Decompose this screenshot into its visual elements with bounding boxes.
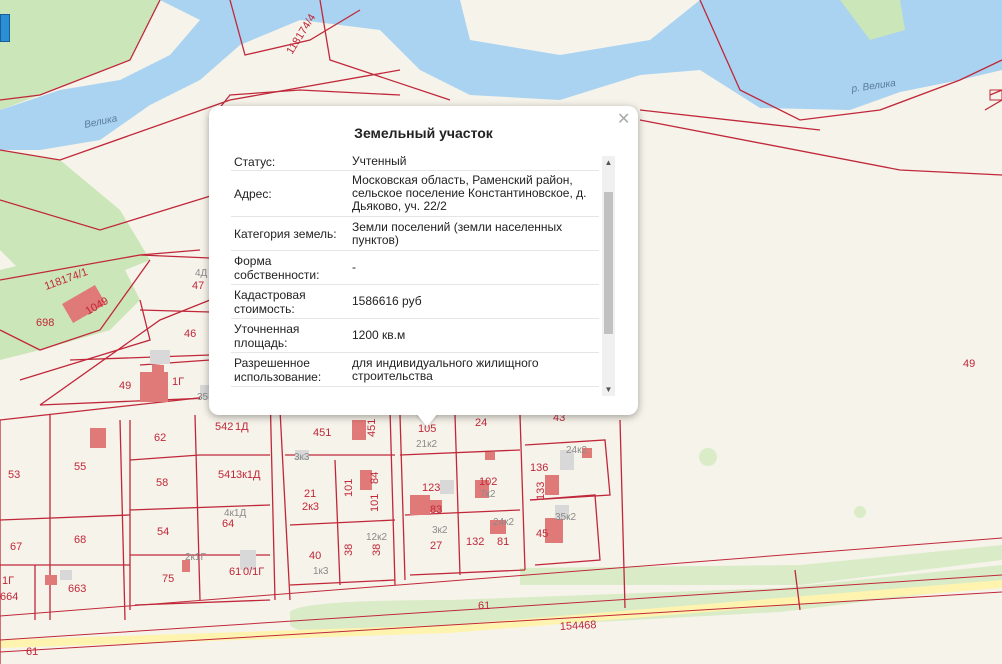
attribute-table: Статус: Учтенный Адрес: Московская облас… bbox=[231, 156, 599, 387]
parcel-label: 53 bbox=[8, 469, 20, 481]
parcel-label: 61 bbox=[229, 566, 241, 578]
attribute-value: - bbox=[352, 260, 356, 274]
parcel-label: 46 bbox=[184, 328, 196, 340]
parcel-label: 3к3 bbox=[294, 452, 310, 463]
parcel-label: 0/1Г bbox=[243, 566, 264, 578]
attribute-key: Статус: bbox=[234, 156, 276, 169]
scroll-up-arrow-icon[interactable]: ▲ bbox=[602, 156, 615, 169]
parcel-label: 49 bbox=[963, 358, 975, 370]
parcel-label: 102 bbox=[479, 476, 497, 488]
attribute-row-area: Уточненная площадь: 1200 кв.м bbox=[231, 319, 599, 353]
attribute-row-address: Адрес: Московская область, Раменский рай… bbox=[231, 171, 599, 217]
parcel-label: 81 bbox=[497, 536, 509, 548]
parcel-label: 1Д bbox=[235, 421, 249, 433]
parcel-label: 67 bbox=[10, 541, 22, 553]
parcel-label: 75 bbox=[162, 573, 174, 585]
attribute-value: 1200 кв.м bbox=[352, 328, 406, 342]
parcel-label: 84 bbox=[369, 472, 381, 484]
parcel-label: 38 bbox=[343, 544, 355, 556]
attribute-value: Московская область, Раменский район, сел… bbox=[352, 173, 587, 213]
parcel-label: 21 bbox=[304, 488, 316, 500]
parcel-label: 68 bbox=[74, 534, 86, 546]
green-dot bbox=[854, 506, 866, 518]
parcel-label: 61 bbox=[26, 646, 38, 658]
attribute-value: 1586616 руб bbox=[352, 294, 422, 308]
attribute-value: Учтенный bbox=[352, 156, 407, 168]
parcel-label: 664 bbox=[0, 591, 18, 603]
parcel-label: 132 bbox=[466, 536, 484, 548]
parcel-label: 24к2 bbox=[493, 517, 514, 528]
parcel-label: 154468 bbox=[560, 619, 597, 633]
parcel-label: 38 bbox=[371, 544, 383, 556]
parcel-label: 24к2 bbox=[566, 445, 587, 456]
attribute-row-ownership: Форма собственности: - bbox=[231, 251, 599, 285]
parcel-label: 55 bbox=[74, 461, 86, 473]
parcel-label: 45 bbox=[536, 528, 548, 540]
scroll-thumb[interactable] bbox=[604, 192, 613, 334]
attribute-row-category: Категория земель: Земли поселений (земли… bbox=[231, 217, 599, 251]
green-dot bbox=[699, 448, 717, 466]
parcel-label: 62 bbox=[154, 432, 166, 444]
parcel-label: 136 bbox=[530, 462, 548, 474]
parcel-label: 83 bbox=[430, 504, 442, 516]
parcel-label: 541 bbox=[218, 469, 236, 481]
attribute-value: Земли поселений (земли населенных пункто… bbox=[352, 219, 563, 247]
attribute-value: для индивидуального жилищного строительс… bbox=[352, 355, 539, 383]
parcel-label: 1Г bbox=[172, 376, 184, 388]
parcel-label: 4Д bbox=[195, 268, 208, 279]
parcel-label: 663 bbox=[68, 583, 86, 595]
parcel-label: 4к1Д bbox=[224, 508, 246, 519]
close-icon[interactable]: ✕ bbox=[617, 109, 630, 129]
parcel-label: 101 bbox=[369, 494, 381, 512]
parcel-label: 61 bbox=[478, 600, 490, 612]
parcel-label: 40 bbox=[309, 550, 321, 562]
parcel-label: 2к3 bbox=[302, 501, 319, 513]
popup-pointer bbox=[416, 413, 438, 427]
attribute-key: Разрешенное использование: bbox=[234, 355, 322, 384]
parcel-label: 58 bbox=[156, 477, 168, 489]
parcel-label: 3к2 bbox=[432, 525, 448, 536]
parcel-label: 1к3 bbox=[313, 566, 329, 577]
parcel-label: 35 bbox=[197, 392, 209, 403]
attribute-key: Уточненная площадь: bbox=[234, 321, 300, 350]
parcel-label: 12к2 bbox=[366, 532, 387, 543]
attribute-key: Категория земель: bbox=[234, 226, 337, 241]
parcel-label: 542 bbox=[215, 421, 233, 433]
popup-body[interactable]: Статус: Учтенный Адрес: Московская облас… bbox=[231, 156, 615, 396]
attribute-row-status: Статус: Учтенный bbox=[231, 156, 599, 171]
parcel-label: 21к2 bbox=[416, 439, 437, 450]
parcel-label: 49 bbox=[119, 380, 131, 392]
parcel-label: 35к2 bbox=[555, 512, 576, 523]
popup-scrollbar[interactable]: ▲ ▼ bbox=[602, 156, 615, 396]
parcel-label: 451 bbox=[366, 419, 378, 437]
attribute-key: Адрес: bbox=[234, 186, 272, 201]
parcel-label: 2к1Г bbox=[185, 552, 206, 563]
map-control-button[interactable] bbox=[0, 14, 10, 42]
popup-title: Земельный участок bbox=[354, 125, 493, 141]
parcel-label: 47 bbox=[192, 280, 204, 292]
parcel-label: 101 bbox=[343, 479, 355, 497]
parcel-label: 7к2 bbox=[480, 489, 496, 500]
parcel-label: 698 bbox=[36, 317, 54, 329]
parcel-label: 1Г bbox=[2, 575, 14, 587]
attribute-key: Кадастровая стоимость: bbox=[234, 287, 306, 316]
attribute-key: Форма собственности: bbox=[234, 253, 320, 282]
parcel-label: 27 bbox=[430, 540, 442, 552]
parcel-label: 123 bbox=[422, 482, 440, 494]
parcel-label: 3к1Д bbox=[236, 469, 261, 481]
parcel-label: 133 bbox=[535, 482, 547, 500]
parcel-info-popup: Земельный участок ✕ Статус: Учтенный Адр… bbox=[209, 106, 638, 415]
scroll-down-arrow-icon[interactable]: ▼ bbox=[602, 383, 615, 396]
parcel-label: 54 bbox=[157, 526, 169, 538]
attribute-row-cadastral-value: Кадастровая стоимость: 1586616 руб bbox=[231, 285, 599, 319]
parcel-label: 451 bbox=[313, 427, 331, 439]
parcel-label: 24 bbox=[475, 417, 487, 429]
parcel-label: 64 bbox=[222, 518, 234, 530]
attribute-row-permitted-use: Разрешенное использование: для индивидуа… bbox=[231, 353, 599, 387]
